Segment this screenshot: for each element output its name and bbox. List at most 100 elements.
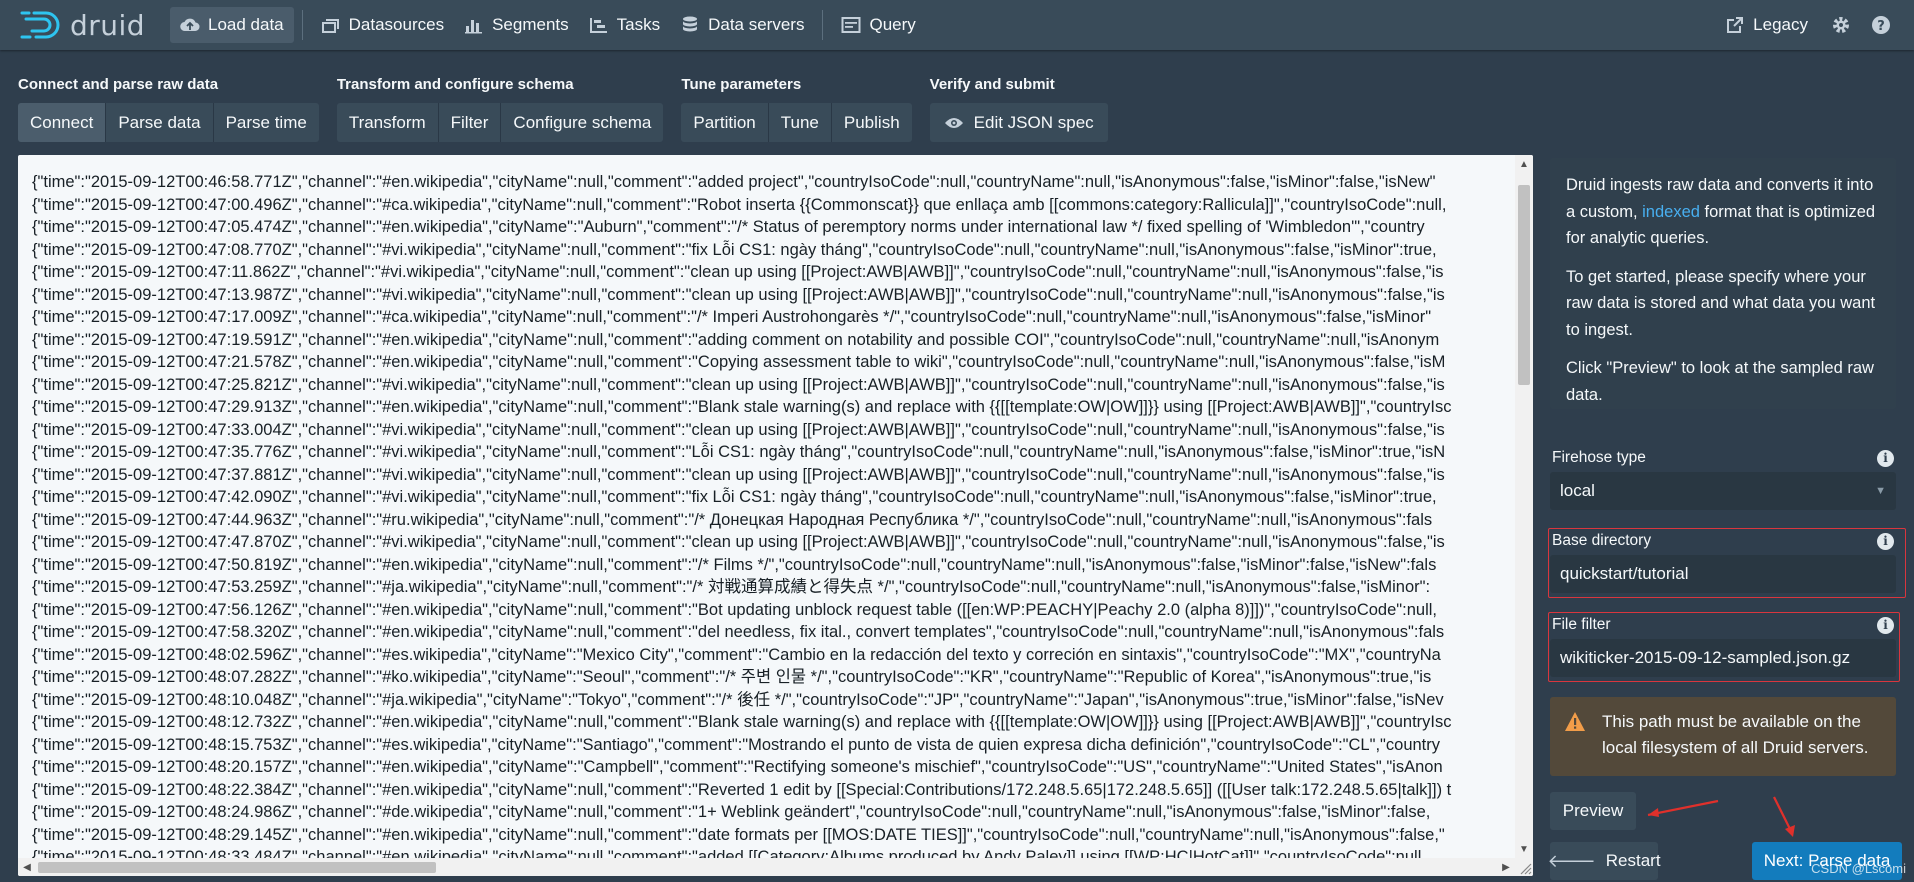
- raw-data-line: {"time":"2015-09-12T00:48:02.596Z","chan…: [32, 645, 1441, 664]
- cloud-upload-icon: [180, 15, 200, 35]
- raw-data-line: {"time":"2015-09-12T00:47:29.913Z","chan…: [32, 398, 1452, 416]
- external-link-icon: [1725, 15, 1745, 35]
- horizontal-scrollbar[interactable]: ◀ ▶: [18, 858, 1515, 876]
- nav-divider: [301, 10, 303, 40]
- raw-data-line: {"time":"2015-09-12T00:47:05.474Z","chan…: [32, 218, 1425, 236]
- restart-button[interactable]: 🡐 Restart: [1547, 842, 1661, 880]
- raw-data-line: {"time":"2015-09-12T00:47:50.819Z","chan…: [32, 555, 1437, 574]
- step-group-title: Verify and submit: [929, 76, 1055, 93]
- step-publish[interactable]: Publish: [831, 103, 912, 142]
- info-paragraph-1: Druid ingests raw data and converts it i…: [1566, 172, 1880, 252]
- nav-load-data-label: Load data: [208, 15, 284, 34]
- top-navbar: druid Load data Datasources Segments Tas…: [0, 0, 1914, 50]
- connect-sidebar: Druid ingests raw data and converts it i…: [1547, 155, 1914, 882]
- raw-data-line: {"time":"2015-09-12T00:48:15.753Z","chan…: [32, 735, 1441, 754]
- horizontal-scroll-thumb[interactable]: [38, 862, 436, 873]
- step-configure-schema[interactable]: Configure schema: [501, 103, 664, 142]
- raw-data-line: {"time":"2015-09-12T00:47:42.090Z","chan…: [32, 488, 1437, 506]
- database-icon: [680, 15, 700, 35]
- step-edit-json-spec-label: Edit JSON spec: [973, 112, 1094, 132]
- step-partition[interactable]: Partition: [681, 103, 769, 142]
- raw-data-line: {"time":"2015-09-12T00:47:21.578Z","chan…: [32, 353, 1446, 371]
- nav-query[interactable]: Query: [831, 7, 925, 43]
- raw-data-lines: {"time":"2015-09-12T00:46:58.771Z","chan…: [32, 171, 1518, 861]
- gear-icon: [1833, 17, 1849, 33]
- step-group-transform-schema: Transform and configure schema Transform…: [336, 76, 664, 142]
- restart-label: Restart: [1605, 851, 1661, 870]
- vertical-scroll-thumb[interactable]: [1518, 185, 1530, 385]
- step-parse-time[interactable]: Parse time: [213, 103, 319, 142]
- raw-data-line: {"time":"2015-09-12T00:47:11.862Z","chan…: [32, 263, 1444, 281]
- step-filter[interactable]: Filter: [438, 103, 502, 142]
- raw-data-line: {"time":"2015-09-12T00:48:22.384Z","chan…: [32, 780, 1452, 799]
- base-directory-group: Base directory i quickstart/tutorial: [1550, 529, 1896, 593]
- nav-load-data[interactable]: Load data: [170, 7, 294, 43]
- step-transform[interactable]: Transform: [336, 103, 439, 142]
- nav-query-label: Query: [869, 15, 916, 34]
- scroll-right-icon[interactable]: ▶: [1497, 858, 1515, 876]
- raw-data-line: {"time":"2015-09-12T00:48:12.732Z","chan…: [32, 713, 1452, 731]
- nav-right: Legacy ?: [1715, 0, 1898, 50]
- scroll-down-icon[interactable]: ▼: [1515, 840, 1533, 858]
- raw-data-line: {"time":"2015-09-12T00:47:19.591Z","chan…: [32, 330, 1440, 349]
- indexed-link[interactable]: indexed: [1642, 203, 1700, 221]
- raw-data-preview[interactable]: {"time":"2015-09-12T00:46:58.771Z","chan…: [18, 155, 1533, 876]
- scroll-left-icon[interactable]: ◀: [18, 858, 36, 876]
- base-directory-input[interactable]: quickstart/tutorial: [1550, 555, 1896, 593]
- warning-icon: [1565, 712, 1585, 731]
- help-button[interactable]: ?: [1864, 8, 1898, 42]
- callout-text: This path must be available on the local…: [1602, 712, 1869, 757]
- raw-data-line: {"time":"2015-09-12T00:47:25.821Z","chan…: [32, 375, 1445, 394]
- info-icon[interactable]: i: [1877, 616, 1894, 634]
- step-nav: Connect and parse raw data Connect Parse…: [18, 76, 1108, 142]
- step-group-title: Transform and configure schema: [336, 76, 574, 93]
- raw-data-line: {"time":"2015-09-12T00:47:47.870Z","chan…: [32, 533, 1445, 551]
- legacy-label: Legacy: [1753, 15, 1808, 34]
- raw-data-line: {"time":"2015-09-12T00:47:44.963Z","chan…: [32, 510, 1433, 529]
- info-icon[interactable]: i: [1877, 532, 1894, 550]
- scroll-up-icon[interactable]: ▲: [1515, 155, 1533, 173]
- eye-icon: [944, 113, 964, 133]
- step-connect[interactable]: Connect: [18, 103, 107, 142]
- file-filter-label: File filter: [1552, 616, 1611, 633]
- annotation-arrow: [1647, 799, 1719, 817]
- datasources-icon: [321, 15, 341, 35]
- legacy-link[interactable]: Legacy: [1715, 7, 1818, 43]
- nav-tasks[interactable]: Tasks: [579, 7, 670, 43]
- step-edit-json-spec[interactable]: Edit JSON spec: [929, 103, 1108, 142]
- raw-data-line: {"time":"2015-09-12T00:47:33.004Z","chan…: [32, 420, 1445, 439]
- base-directory-label: Base directory: [1552, 532, 1652, 549]
- help-icon: ?: [1872, 16, 1890, 34]
- preview-button[interactable]: Preview: [1550, 792, 1636, 830]
- druid-logo[interactable]: druid: [20, 0, 170, 50]
- step-group-verify: Verify and submit Edit JSON spec: [929, 76, 1108, 142]
- watermark: CSDN @Lscomi: [1811, 861, 1906, 876]
- nav-segments[interactable]: Segments: [454, 7, 579, 43]
- info-card: Druid ingests raw data and converts it i…: [1550, 158, 1896, 409]
- raw-data-line: {"time":"2015-09-12T00:47:08.770Z","chan…: [32, 240, 1437, 259]
- step-tune[interactable]: Tune: [768, 103, 832, 142]
- base-directory-value: quickstart/tutorial: [1560, 564, 1689, 583]
- raw-data-line: {"time":"2015-09-12T00:47:37.881Z","chan…: [32, 465, 1445, 484]
- raw-data-line: {"time":"2015-09-12T00:47:13.987Z","chan…: [32, 285, 1445, 304]
- svg-text:?: ?: [1877, 19, 1885, 34]
- step-parse-data[interactable]: Parse data: [106, 103, 214, 142]
- file-filter-value: wikiticker-2015-09-12-sampled.json.gz: [1560, 648, 1851, 667]
- nav-data-servers[interactable]: Data servers: [670, 7, 814, 43]
- firehose-type-label: Firehose type: [1552, 449, 1646, 466]
- raw-data-line: {"time":"2015-09-12T00:48:29.145Z","chan…: [32, 825, 1445, 844]
- firehose-type-select[interactable]: local ▼: [1550, 472, 1896, 510]
- vertical-scrollbar[interactable]: ▲ ▼: [1515, 155, 1533, 858]
- resize-handle[interactable]: [1515, 858, 1533, 876]
- settings-button[interactable]: [1824, 8, 1858, 42]
- raw-data-line: {"time":"2015-09-12T00:48:07.282Z","chan…: [32, 668, 1432, 686]
- info-paragraph-3: Click "Preview" to look at the sampled r…: [1566, 359, 1874, 404]
- info-paragraph-2: To get started, please specify where you…: [1566, 267, 1876, 339]
- step-group-title: Tune parameters: [681, 76, 802, 93]
- step-group-tune: Tune parameters Partition Tune Publish: [681, 76, 912, 142]
- query-icon: [841, 15, 861, 35]
- file-filter-input[interactable]: wikiticker-2015-09-12-sampled.json.gz: [1550, 639, 1896, 677]
- raw-data-line: {"time":"2015-09-12T00:47:17.009Z","chan…: [32, 308, 1432, 326]
- nav-datasources[interactable]: Datasources: [311, 7, 454, 43]
- info-icon[interactable]: i: [1877, 449, 1894, 467]
